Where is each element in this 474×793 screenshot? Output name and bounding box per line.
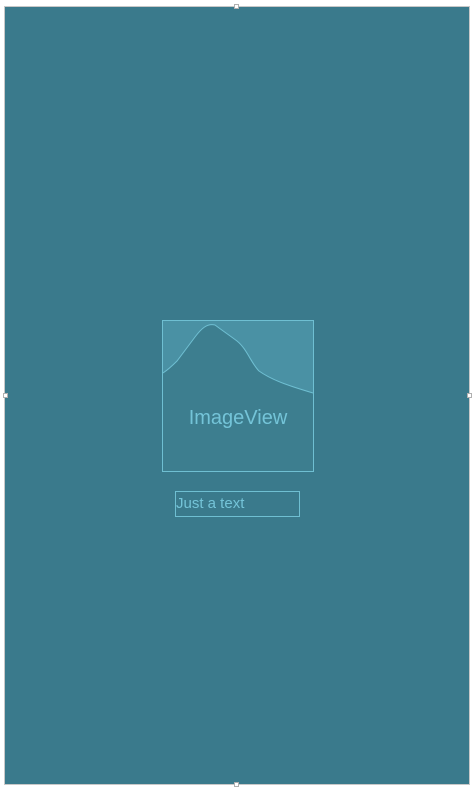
imageview-label: ImageView	[188, 407, 288, 429]
resize-handle-left[interactable]	[3, 393, 8, 398]
resize-handle-right[interactable]	[467, 393, 472, 398]
resize-handle-top[interactable]	[234, 4, 239, 9]
mountain-placeholder-icon	[163, 321, 313, 394]
resize-handle-bottom[interactable]	[234, 782, 239, 787]
image-view[interactable]: ImageView	[162, 320, 314, 472]
text-view[interactable]: Just a text	[175, 491, 300, 517]
